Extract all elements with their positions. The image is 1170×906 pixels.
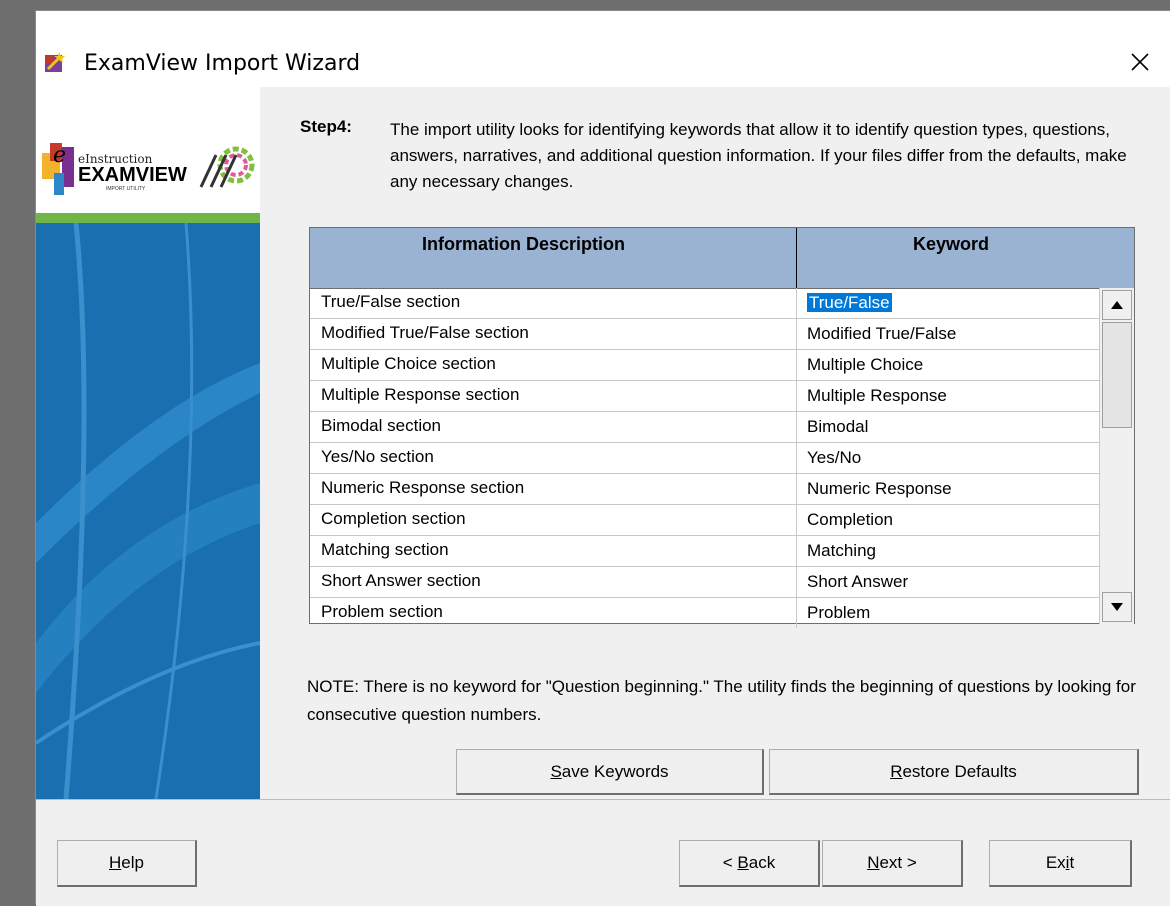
help-mnemonic: H [109, 853, 122, 872]
keyword-cell[interactable]: Matching [796, 536, 876, 566]
arrow-up-icon [1111, 301, 1123, 309]
save-keywords-button[interactable]: Save Keywords [456, 749, 764, 795]
logo-area: e eInstruction EXAMVIEW IMPORT UTILITY [36, 87, 260, 213]
examview-logo: e eInstruction EXAMVIEW IMPORT UTILITY [42, 143, 255, 195]
note-text: NOTE: There is no keyword for "Question … [307, 677, 1136, 724]
description-cell: Short Answer section [321, 571, 481, 590]
table-row[interactable]: Bimodal section Bimodal [310, 412, 1102, 443]
keyword-cell[interactable]: Bimodal [796, 412, 868, 442]
table-row[interactable]: Short Answer section Short Answer [310, 567, 1102, 598]
table-row[interactable]: Completion section Completion [310, 505, 1102, 536]
grid-header: Information Description Keyword [310, 228, 1134, 289]
keyword-cell[interactable]: Modified True/False [796, 319, 956, 349]
description-cell: True/False section [321, 292, 461, 311]
column-header-description[interactable]: Information Description [422, 234, 625, 255]
keyword-value: Yes/No [807, 448, 862, 467]
keyword-value: Short Answer [807, 572, 909, 591]
table-row[interactable]: Multiple Response section Multiple Respon… [310, 381, 1102, 412]
keyword-value: Numeric Response [807, 479, 952, 498]
keyword-cell[interactable]: True/False [796, 288, 892, 318]
step-description: The import utility looks for identifying… [390, 120, 1127, 191]
keyword-value: Problem [807, 603, 871, 622]
logo-brand-main: EXAMVIEW [78, 164, 187, 186]
svg-text:e: e [53, 143, 66, 168]
main-content: Step4: The import utility looks for iden… [260, 87, 1170, 799]
sidebar-swoosh-graphic [36, 223, 260, 799]
save-keywords-mnemonic: S [550, 761, 562, 781]
description-cell: Problem section [321, 602, 443, 621]
keyword-value: Matching [807, 541, 876, 560]
exit-button[interactable]: Ex i t [989, 840, 1132, 887]
keyword-value: Multiple Response [807, 386, 947, 405]
keyword-value: Multiple Choice [807, 355, 924, 374]
table-row[interactable]: Yes/No section Yes/No [310, 443, 1102, 474]
scrollbar-thumb[interactable] [1102, 322, 1132, 428]
keyword-cell[interactable]: Multiple Response [796, 381, 947, 411]
exit-prefix: Ex [1045, 853, 1066, 872]
restore-defaults-button[interactable]: Restore Defaults [769, 749, 1139, 795]
keyword-value: Bimodal [807, 417, 869, 436]
help-button[interactable]: Help [57, 840, 197, 887]
sidebar: e eInstruction EXAMVIEW IMPORT UTILITY [36, 87, 260, 799]
keyword-grid: Information Description Keyword True/Fal… [309, 227, 1135, 628]
table-row[interactable]: Problem section Problem [310, 598, 1102, 629]
save-keywords-label: ave Keywords [561, 761, 669, 781]
keyword-value: Completion [807, 510, 893, 529]
step-label: Step4: [300, 117, 352, 136]
description-cell: Completion section [321, 509, 466, 528]
keyword-value: True/False [807, 293, 892, 312]
description-cell: Modified True/False section [321, 323, 529, 342]
scroll-up-button[interactable] [1102, 290, 1132, 320]
keyword-cell[interactable]: Multiple Choice [796, 350, 923, 380]
title-bar: ExamView Import Wizard [36, 11, 1170, 87]
description-cell: Multiple Choice section [321, 354, 496, 373]
back-label: ack [748, 853, 776, 872]
close-button[interactable] [1120, 45, 1160, 79]
vertical-scrollbar[interactable] [1099, 288, 1134, 624]
description-cell: Yes/No section [321, 447, 434, 466]
wizard-window: ExamView Import Wizard e eInstruction EX… [35, 10, 1170, 906]
keyword-cell[interactable]: Short Answer [796, 567, 908, 597]
table-row[interactable]: Numeric Response section Numeric Response [310, 474, 1102, 505]
table-row[interactable]: Modified True/False section Modified True… [310, 319, 1102, 350]
restore-defaults-label: estore Defaults [902, 761, 1017, 781]
close-icon [1131, 53, 1149, 71]
window-title: ExamView Import Wizard [84, 51, 361, 76]
sidebar-accent-line [36, 213, 260, 223]
scroll-down-button[interactable] [1102, 592, 1132, 622]
exit-label: t [1069, 853, 1075, 872]
next-label: ext > [879, 853, 917, 872]
description-cell: Bimodal section [321, 416, 442, 435]
keyword-cell[interactable]: Completion [796, 505, 893, 535]
arrow-down-icon [1111, 603, 1123, 611]
logo-brand-sub: IMPORT UTILITY [106, 186, 146, 192]
column-divider [796, 228, 797, 288]
grid-rows: True/False section True/False Modified Tru… [310, 288, 1102, 629]
sidebar-graphic [36, 223, 260, 799]
keyword-cell[interactable]: Numeric Response [796, 474, 952, 504]
keyword-value: Modified True/False [807, 324, 957, 343]
keyword-cell[interactable]: Problem [796, 598, 870, 628]
button-bar: Help < Back Next > Ex i t [36, 799, 1170, 906]
description-cell: Numeric Response section [321, 478, 525, 497]
keyword-cell[interactable]: Yes/No [796, 443, 861, 473]
table-row[interactable]: Multiple Choice section Multiple Choice [310, 350, 1102, 381]
help-label: elp [121, 853, 144, 872]
table-row[interactable]: True/False section True/False [310, 288, 1102, 319]
back-mnemonic: B [737, 853, 749, 872]
next-button[interactable]: Next > [822, 840, 963, 887]
column-header-keyword[interactable]: Keyword [913, 234, 989, 255]
description-cell: Multiple Response section [321, 385, 520, 404]
app-icon [45, 52, 65, 72]
back-prefix: < [722, 853, 738, 872]
next-mnemonic: N [867, 853, 880, 872]
restore-defaults-mnemonic: R [890, 761, 903, 781]
table-row[interactable]: Matching section Matching [310, 536, 1102, 567]
description-cell: Matching section [321, 540, 449, 559]
back-button[interactable]: < Back [679, 840, 820, 887]
